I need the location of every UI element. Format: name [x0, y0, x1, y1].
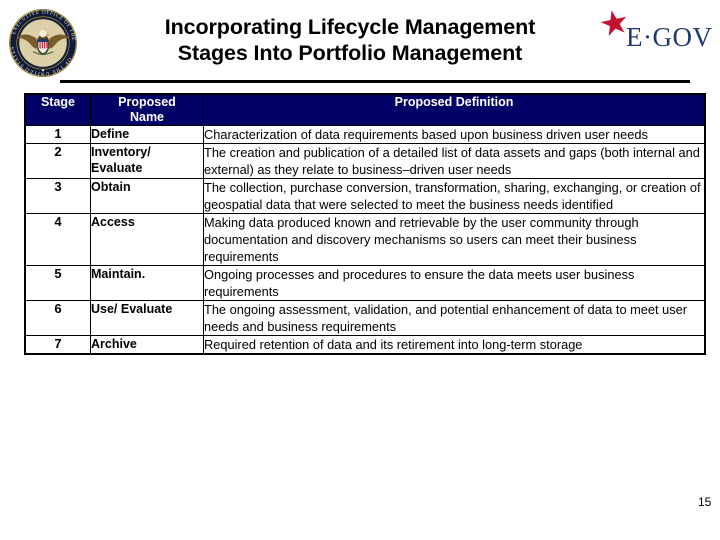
cell-proposed-name: Archive [90, 335, 204, 355]
column-header-proposed-definition: Proposed Definition [203, 93, 706, 126]
cell-proposed-name: Inventory/ Evaluate [90, 143, 204, 179]
header-divider-rule [60, 80, 690, 83]
cell-proposed-definition: Ongoing processes and procedures to ensu… [203, 265, 706, 301]
executive-office-of-the-president-seal: EXECUTIVE OFFICE OF THE PRESIDENT OF THE… [6, 7, 77, 77]
cell-stage: 3 [24, 178, 91, 214]
page-title: Incorporating Lifecycle Management Stage… [120, 14, 580, 66]
cell-proposed-name: Define [90, 125, 204, 144]
table-row: 2 Inventory/ Evaluate The creation and p… [24, 143, 706, 179]
page-title-line-1: Incorporating Lifecycle Management [164, 15, 536, 39]
table-header: Stage Proposed Name Proposed Definition [24, 93, 706, 126]
table-row: 5 Maintain. Ongoing processes and proced… [24, 265, 706, 301]
cell-proposed-definition: The creation and publication of a detail… [203, 143, 706, 179]
cell-proposed-definition: The collection, purchase conversion, tra… [203, 178, 706, 214]
table-row: 6 Use/ Evaluate The ongoing assessment, … [24, 300, 706, 336]
table-row: 4 Access Making data produced known and … [24, 213, 706, 266]
lifecycle-stages-table: Stage Proposed Name Proposed Definition … [24, 93, 706, 355]
cell-stage: 5 [24, 265, 91, 301]
cell-stage: 6 [24, 300, 91, 336]
cell-stage: 4 [24, 213, 91, 266]
cell-proposed-definition: The ongoing assessment, validation, and … [203, 300, 706, 336]
page-title-line-2: Stages Into Portfolio Management [177, 41, 523, 65]
cell-stage: 2 [24, 143, 91, 179]
table-row: 1 Define Characterization of data requir… [24, 125, 706, 144]
table-row: 3 Obtain The collection, purchase conver… [24, 178, 706, 214]
column-header-proposed-name-line1: Proposed [118, 95, 176, 109]
cell-proposed-definition: Required retention of data and its retir… [203, 335, 706, 355]
column-header-stage: Stage [24, 93, 91, 126]
egov-logo: E·GOV [596, 8, 716, 56]
cell-stage: 1 [24, 125, 91, 144]
cell-proposed-name: Obtain [90, 178, 204, 214]
cell-proposed-definition: Making data produced known and retrievab… [203, 213, 706, 266]
table-body: 1 Define Characterization of data requir… [24, 125, 706, 355]
egov-wordmark: E·GOV [626, 22, 713, 52]
column-header-proposed-name-line2: Name [129, 110, 165, 124]
cell-proposed-name: Use/ Evaluate [90, 300, 204, 336]
column-header-proposed-name: Proposed Name [90, 93, 204, 126]
table-row: 7 Archive Required retention of data and… [24, 335, 706, 355]
cell-stage: 7 [24, 335, 91, 355]
cell-proposed-name: Maintain. [90, 265, 204, 301]
cell-proposed-definition: Characterization of data requirements ba… [203, 125, 706, 144]
cell-proposed-name: Access [90, 213, 204, 266]
slide-page-number: 15 [698, 495, 712, 509]
slide-header: EXECUTIVE OFFICE OF THE PRESIDENT OF THE… [0, 0, 720, 86]
table-header-row: Stage Proposed Name Proposed Definition [24, 93, 706, 126]
